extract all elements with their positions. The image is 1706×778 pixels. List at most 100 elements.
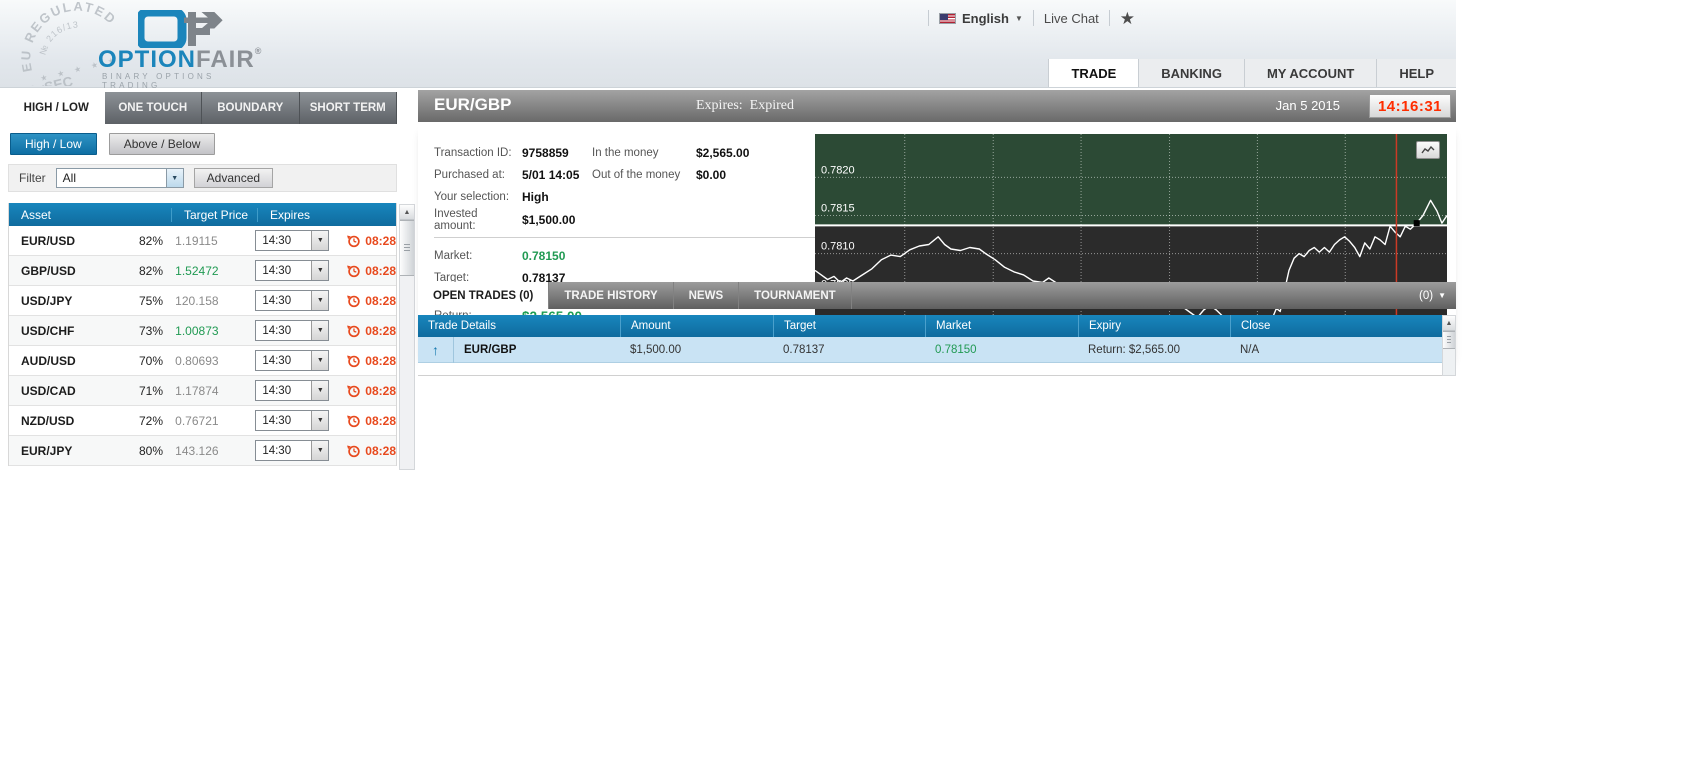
language-selector[interactable]: English ▼ [939, 11, 1023, 26]
trade-row[interactable]: ↑ EUR/GBP $1,500.00 0.78137 0.78150 Retu… [418, 337, 1442, 363]
tab-my-account[interactable]: MY ACCOUNT [1243, 59, 1377, 87]
asset-row[interactable]: EUR/JPY 80% 143.126 14:30 ▼ 08:28 [9, 436, 396, 466]
chevron-down-icon: ▼ [311, 351, 329, 370]
tab-news[interactable]: NEWS [674, 282, 740, 309]
out-of-money-value: $0.00 [696, 168, 727, 182]
scrollbar-thumb[interactable] [1443, 331, 1455, 349]
expiry-dropdown[interactable]: 14:30 ▼ [255, 290, 330, 311]
instrument-name: EUR/GBP [434, 95, 512, 114]
trades-table-header: Trade Details Amount Target Market Expir… [418, 315, 1442, 337]
trade-amount: $1,500.00 [630, 344, 682, 356]
divider [1032, 10, 1034, 26]
filter-label: Filter [19, 171, 46, 185]
trades-table-scrollbar[interactable]: ▲ [1442, 315, 1456, 376]
top-header: EU REGULATED № 216/13 ★ ★ ★ ★ ★ CySEC OP… [0, 0, 1456, 90]
expiry-dropdown[interactable]: 14:30 ▼ [255, 440, 330, 461]
tab-help[interactable]: HELP [1376, 59, 1456, 87]
countdown-timer: 08:28 [365, 323, 396, 338]
target-price: 1.52472 [175, 263, 219, 278]
countdown-timer: 08:28 [365, 353, 396, 368]
target-price: 0.76721 [175, 413, 219, 428]
filter-select[interactable]: All ▼ [55, 168, 184, 188]
asset-row[interactable]: USD/CHF 73% 1.00873 14:30 ▼ 08:28 [9, 316, 396, 346]
tab-high-low[interactable]: HIGH / LOW [8, 92, 105, 124]
us-flag-icon [939, 12, 956, 24]
payout-percent: 71% [138, 383, 163, 398]
asset-name: USD/JPY [21, 293, 73, 308]
tab-open-trades[interactable]: OPEN TRADES (0) [418, 282, 550, 309]
favorite-star-icon[interactable]: ★ [1120, 10, 1135, 27]
asset-row[interactable]: EUR/USD 82% 1.19115 14:30 ▼ 08:28 [9, 226, 396, 256]
asset-row[interactable]: USD/JPY 75% 120.158 14:30 ▼ 08:28 [9, 286, 396, 316]
expiry-dropdown[interactable]: 14:30 ▼ [255, 320, 330, 341]
target-price: 1.17874 [175, 383, 219, 398]
column-header-expiry: Expiry [1078, 315, 1230, 337]
subtype-buttons: High / Low Above / Below [8, 124, 397, 164]
svg-text:0.7815: 0.7815 [821, 203, 855, 215]
tab-short-term[interactable]: SHORT TERM [299, 92, 397, 124]
countdown-clock-icon [347, 235, 360, 248]
asset-row[interactable]: GBP/USD 82% 1.52472 14:30 ▼ 08:28 [9, 256, 396, 286]
countdown-timer: 08:28 [365, 293, 396, 308]
asset-row[interactable]: AUD/USD 70% 0.80693 14:30 ▼ 08:28 [9, 346, 396, 376]
column-header-asset: Asset [21, 207, 52, 222]
countdown-clock-icon [347, 385, 360, 398]
asset-name: EUR/JPY [21, 443, 73, 458]
trade-target: 0.78137 [783, 344, 825, 356]
scroll-up-icon[interactable]: ▲ [400, 205, 414, 220]
chevron-down-icon: ▼ [311, 291, 329, 310]
in-the-money-label: In the money [592, 147, 659, 159]
countdown-timer: 08:28 [365, 413, 396, 428]
countdown-clock-icon [347, 325, 360, 338]
scroll-up-icon[interactable]: ▲ [1443, 316, 1455, 331]
expiry-dropdown[interactable]: 14:30 ▼ [255, 350, 330, 371]
asset-name: USD/CHF [21, 323, 75, 338]
filter-bar: Filter All ▼ Advanced [8, 164, 397, 192]
purchased-at-value: 5/01 14:05 [522, 168, 580, 182]
live-chat-link[interactable]: Live Chat [1044, 11, 1099, 26]
asset-table-header: Asset Target Price Expires [9, 203, 396, 226]
countdown-timer: 08:28 [365, 443, 396, 458]
tab-tournament[interactable]: TOURNAMENT [739, 282, 852, 309]
chart-type-button[interactable] [1416, 141, 1440, 159]
high-low-button[interactable]: High / Low [10, 133, 97, 155]
asset-row[interactable]: USD/CAD 71% 1.17874 14:30 ▼ 08:28 [9, 376, 396, 406]
countdown-clock-icon [347, 265, 360, 278]
trades-counter-dropdown[interactable]: (0) ▼ [1419, 282, 1446, 309]
column-header-market: Market [925, 315, 1078, 337]
asset-row[interactable]: NZD/USD 72% 0.76721 14:30 ▼ 08:28 [9, 406, 396, 436]
transaction-id-value: 9758859 [522, 146, 569, 160]
chevron-down-icon: ▼ [311, 411, 329, 430]
asset-name: AUD/USD [21, 353, 76, 368]
optionfair-logo: EU REGULATED № 216/13 ★ ★ ★ ★ ★ CySEC OP… [10, 2, 270, 90]
column-header-target: Target [773, 315, 925, 337]
column-header-amount: Amount [620, 315, 773, 337]
price-chart: 13:3213:3913:4613:5314:0014:070.78200.78… [814, 134, 1448, 345]
divider [928, 10, 929, 26]
price-chart-svg: 13:3213:3913:4613:5314:0014:070.78200.78… [814, 134, 1448, 345]
column-header-close: Close [1230, 315, 1442, 337]
expiry-dropdown[interactable]: 14:30 ▼ [255, 260, 330, 281]
chevron-down-icon: ▼ [311, 441, 329, 460]
asset-rows: EUR/USD 82% 1.19115 14:30 ▼ 08:28 GBP/USD 82% 1.… [9, 226, 396, 466]
tab-trade-history[interactable]: TRADE HISTORY [549, 282, 674, 309]
expiry-dropdown[interactable]: 14:30 ▼ [255, 410, 330, 431]
tab-trade[interactable]: TRADE [1048, 59, 1139, 87]
asset-table: Asset Target Price Expires EUR/USD 82% 1.1… [8, 203, 397, 466]
expiry-dropdown[interactable]: 14:30 ▼ [255, 230, 330, 251]
scrollbar-thumb[interactable] [400, 220, 414, 276]
sidebar-scrollbar[interactable]: ▲ [399, 204, 415, 470]
trade-market: 0.78150 [935, 344, 977, 356]
tab-banking[interactable]: BANKING [1138, 59, 1244, 87]
expiry-dropdown[interactable]: 14:30 ▼ [255, 380, 330, 401]
countdown-timer: 08:28 [365, 233, 396, 248]
language-label: English [962, 10, 1009, 26]
payout-percent: 82% [138, 263, 163, 278]
sidebar: HIGH / LOW ONE TOUCH BOUNDARY SHORT TERM… [8, 92, 397, 466]
advanced-button[interactable]: Advanced [193, 168, 274, 188]
above-below-button[interactable]: Above / Below [108, 133, 216, 155]
tab-one-touch[interactable]: ONE TOUCH [104, 92, 202, 124]
target-price: 120.158 [175, 293, 219, 308]
countdown-clock-icon [347, 295, 360, 308]
tab-boundary[interactable]: BOUNDARY [202, 92, 300, 124]
